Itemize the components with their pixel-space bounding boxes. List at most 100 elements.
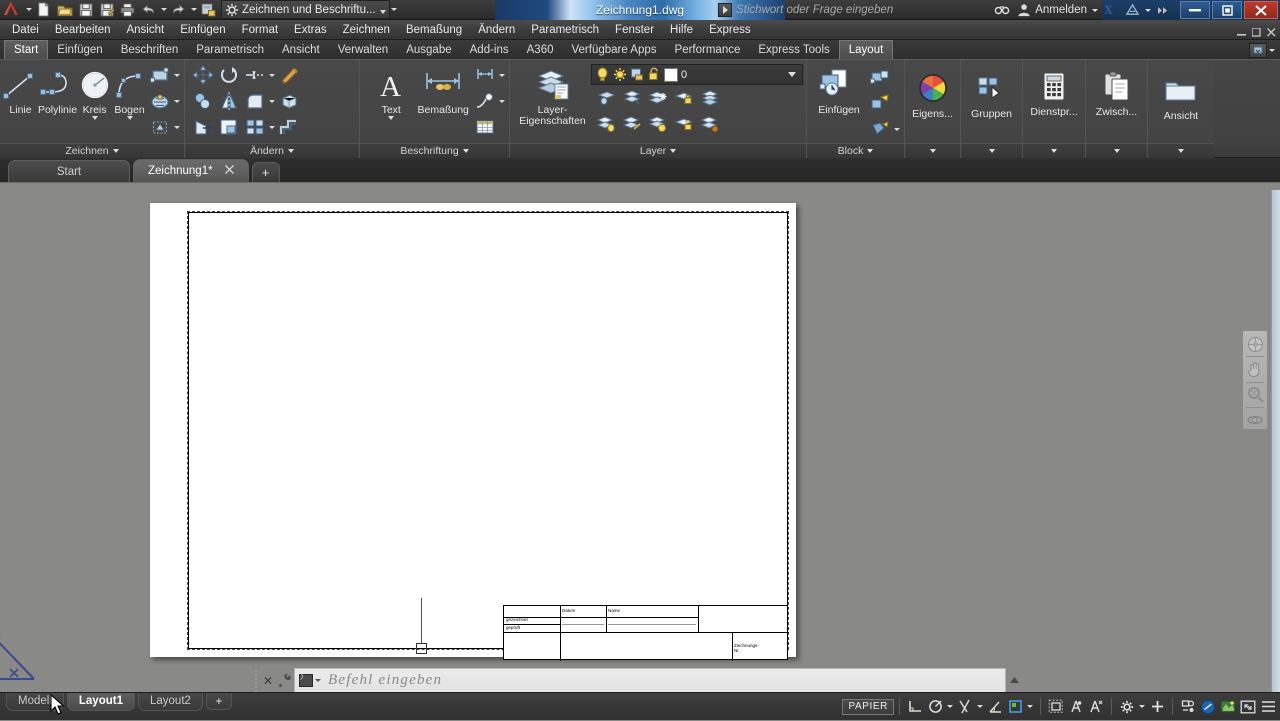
panel-title-modify[interactable]: Ändern — [185, 143, 359, 158]
ribbon-tab-verfuegbare-apps[interactable]: Verfügbare Apps — [562, 41, 665, 59]
customize-icon[interactable] — [276, 668, 294, 693]
layer-match-icon[interactable] — [619, 111, 645, 137]
mirror-icon[interactable] — [216, 88, 242, 114]
ribbon-tab-start[interactable]: Start — [4, 40, 48, 59]
undo-icon[interactable] — [138, 1, 159, 19]
object-snap-icon[interactable] — [955, 697, 975, 717]
menu-item-format[interactable]: Format — [234, 20, 286, 40]
unlock-icon[interactable] — [645, 66, 662, 84]
view-button[interactable]: Ansicht — [1151, 68, 1211, 122]
edit-block-icon[interactable] — [867, 90, 893, 116]
redo-caret-icon[interactable] — [189, 1, 198, 19]
layer-merge-icon[interactable] — [697, 85, 723, 111]
ribbon-tab-parametrisch[interactable]: Parametrisch — [187, 41, 273, 59]
block-attribute-icon[interactable] — [867, 116, 893, 142]
offset-icon[interactable] — [276, 114, 302, 140]
layout-tab-layout1[interactable]: Layout1 — [67, 693, 135, 711]
layer-change-icon[interactable] — [697, 111, 723, 137]
ribbon-tab-einfuegen[interactable]: Einfügen — [48, 41, 111, 59]
layer-freeze-icon[interactable] — [645, 85, 671, 111]
file-tab-start[interactable]: Start — [8, 160, 130, 182]
array-icon[interactable] — [242, 114, 268, 140]
ribbon-tab-express-tools[interactable]: Express Tools — [749, 41, 838, 59]
command-prompt-caret-icon[interactable] — [315, 679, 321, 682]
save-as-icon[interactable] — [96, 1, 117, 19]
qat-overflow-caret-icon[interactable] — [24, 1, 33, 19]
ribbon-tab-ansicht[interactable]: Ansicht — [273, 41, 329, 59]
annotation-add-scale-icon[interactable] — [1086, 697, 1106, 717]
workspace-gear-caret-icon[interactable] — [1137, 697, 1147, 717]
signin-label[interactable]: Anmelden — [1035, 4, 1090, 16]
menu-item-bearbeiten[interactable]: Bearbeiten — [47, 20, 119, 40]
ribbon-display-options-icon[interactable] — [1249, 43, 1267, 58]
layer-combo-caret-icon[interactable] — [784, 65, 800, 85]
annotation-visibility-caret-icon[interactable] — [1025, 697, 1035, 717]
fillet-icon[interactable] — [242, 88, 268, 114]
ribbon-tab-addins[interactable]: Add-ins — [461, 41, 518, 59]
layer-unisolate-icon[interactable] — [593, 111, 619, 137]
user-avatar-icon[interactable] — [1013, 0, 1035, 20]
move-icon[interactable] — [190, 62, 216, 88]
steering-wheel-icon[interactable] — [1245, 335, 1265, 353]
customization-menu-icon[interactable] — [1258, 697, 1278, 717]
publish-icon[interactable] — [198, 1, 219, 19]
menu-item-datei[interactable]: Datei — [0, 20, 47, 40]
ribbon-tab-a360[interactable]: A360 — [518, 41, 563, 59]
dimension-style-caret-icon[interactable] — [498, 62, 506, 88]
lightbulb-on-icon[interactable] — [594, 66, 611, 84]
pan-hand-icon[interactable] — [1245, 360, 1265, 378]
workspace-switcher[interactable]: Zeichnen und Beschriftu... — [221, 0, 390, 19]
leader-icon[interactable] — [472, 88, 498, 114]
close-icon[interactable]: ✕ — [260, 668, 276, 693]
panel-title-properties[interactable] — [905, 143, 960, 158]
fillet-caret-icon[interactable] — [268, 88, 276, 114]
panel-utilities-expand-caret-icon[interactable] — [1051, 149, 1057, 153]
ribbon-minimize-caret-icon[interactable] — [1267, 49, 1276, 52]
create-block-icon[interactable] — [867, 64, 893, 90]
draw-circle-button[interactable]: Kreis — [77, 62, 112, 120]
panel-draw-expand-caret-icon[interactable] — [113, 149, 119, 153]
annotation-text-button[interactable]: A Text — [368, 62, 414, 120]
rectangle-caret-icon[interactable] — [173, 62, 181, 88]
command-history-expand-icon[interactable] — [1006, 668, 1022, 693]
region-caret-icon[interactable] — [173, 114, 181, 140]
clean-screen-icon[interactable] — [1218, 697, 1238, 717]
freeze-icon[interactable] — [628, 66, 645, 84]
space-toggle-button[interactable]: PAPIER — [842, 699, 894, 715]
ortho-icon[interactable] — [905, 697, 925, 717]
panel-modify-expand-caret-icon[interactable] — [288, 149, 294, 153]
menu-item-fenster[interactable]: Fenster — [607, 20, 662, 40]
layer-properties-button[interactable]: Layer- Eigenschaften — [516, 62, 589, 127]
fullscreen-icon[interactable] — [1238, 697, 1258, 717]
minimize-button[interactable] — [1180, 1, 1210, 19]
panel-title-draw[interactable]: Zeichnen — [0, 143, 184, 158]
menu-item-hilfe[interactable]: Hilfe — [662, 20, 701, 40]
file-tab-zeichnung1[interactable]: Zeichnung1* — [133, 159, 249, 182]
menu-item-express[interactable]: Express — [701, 20, 759, 40]
plot-icon[interactable] — [117, 1, 138, 19]
panel-title-utilities[interactable] — [1023, 143, 1085, 158]
panel-layer-expand-caret-icon[interactable] — [670, 149, 676, 153]
annotation-visibility-icon[interactable] — [1005, 697, 1025, 717]
menu-item-aendern[interactable]: Ändern — [470, 20, 523, 40]
drawing-canvas[interactable]: Datum Name gezeichnet geprüft Zeichnungs… — [0, 190, 1280, 692]
close-icon[interactable] — [225, 165, 234, 177]
layer-off-icon[interactable] — [619, 85, 645, 111]
add-separator-icon[interactable] — [1147, 697, 1167, 717]
expand-titlebar-icon[interactable] — [1152, 0, 1174, 20]
command-line-grip[interactable] — [252, 668, 260, 693]
isolate-objects-icon[interactable] — [1178, 697, 1198, 717]
annotation-dimension-button[interactable]: Bemaßung — [414, 62, 472, 116]
polar-tracking-icon[interactable] — [925, 697, 945, 717]
redo-icon[interactable] — [168, 1, 189, 19]
info-center-search[interactable]: Stichwort oder Frage eingeben — [718, 0, 893, 20]
annotation-text-caret-icon[interactable] — [388, 116, 394, 120]
sun-icon[interactable] — [611, 66, 628, 84]
panel-annotation-expand-caret-icon[interactable] — [463, 149, 469, 153]
array-caret-icon[interactable] — [268, 114, 276, 140]
layout-tab-layout2[interactable]: Layout2 — [138, 693, 203, 711]
undo-caret-icon[interactable] — [159, 1, 168, 19]
zoom-extents-icon[interactable] — [1245, 385, 1265, 403]
region-icon[interactable] — [147, 114, 173, 140]
autocad-logo-icon[interactable] — [2, 1, 22, 19]
